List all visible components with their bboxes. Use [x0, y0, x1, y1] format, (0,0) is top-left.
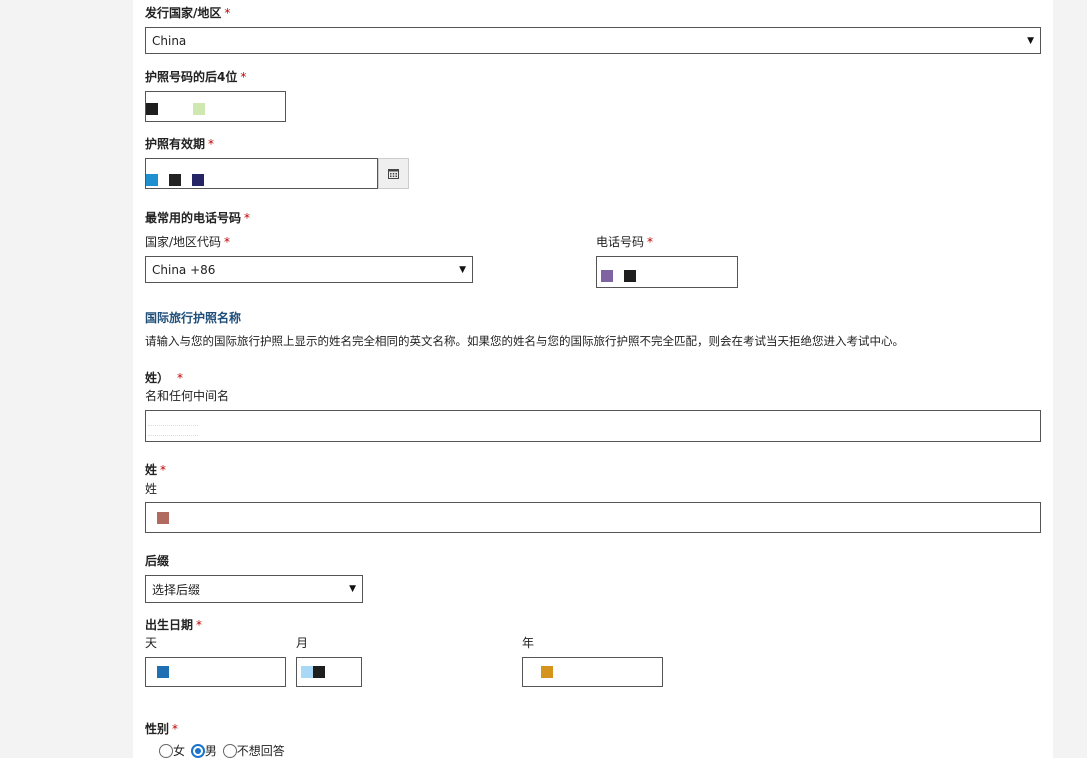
issuing-country-select[interactable]: China ▼ — [145, 27, 1041, 54]
chevron-down-icon: ▼ — [1027, 35, 1034, 46]
suffix-select[interactable]: 选择后缀 ▼ — [145, 575, 363, 603]
gender-unspecified-label: 不想回答 — [236, 744, 285, 758]
country-code-value: China +86 — [152, 262, 216, 277]
redacted-mark — [541, 666, 553, 678]
passport-expiry-label: 护照有效期 * — [145, 137, 215, 151]
birth-day-label: 天 — [145, 636, 158, 650]
gender-male-label: 男 — [204, 744, 217, 758]
redacted-mark — [157, 512, 169, 524]
calendar-icon — [388, 169, 399, 179]
country-code-label: 国家/地区代码 * — [145, 235, 231, 249]
gender-radio-group: 女 男 不想回答 — [159, 742, 285, 758]
redacted-mark — [193, 103, 205, 115]
redacted-mark — [601, 270, 613, 282]
passport-last4-label: 护照号码的后4位 * — [145, 70, 247, 84]
birth-month-label: 月 — [296, 636, 309, 650]
gender-female-label: 女 — [173, 744, 186, 758]
surname-label: 姓 * — [145, 463, 167, 477]
gender-female-radio[interactable] — [159, 743, 173, 758]
chevron-down-icon: ▼ — [349, 584, 356, 594]
birth-year-input[interactable] — [522, 657, 663, 687]
redacted-mark — [157, 666, 169, 678]
birth-date-label: 出生日期 * — [145, 618, 203, 632]
given-name-sublabel: 名和任何中间名 — [145, 389, 230, 403]
suffix-label: 后缀 — [145, 554, 170, 568]
redacted-mark — [624, 270, 636, 282]
birth-day-input[interactable] — [145, 657, 286, 687]
issuing-country-label: 发行国家/地区 * — [145, 6, 231, 20]
surname-input[interactable] — [145, 502, 1041, 533]
passport-expiry-input[interactable] — [145, 158, 378, 189]
given-name-label: 姓） * — [145, 371, 184, 385]
name-instruction: 请输入与您的国际旅行护照上显示的姓名完全相同的英文名称。如果您的姓名与您的国际旅… — [145, 334, 904, 348]
country-code-select[interactable]: China +86 ▼ — [145, 256, 473, 283]
chevron-down-icon: ▼ — [459, 264, 466, 275]
given-name-input[interactable] — [145, 410, 1041, 442]
gender-male-radio[interactable] — [190, 743, 205, 758]
surname-sublabel: 姓 — [145, 482, 158, 496]
birth-year-label: 年 — [522, 636, 535, 650]
redacted-mark — [313, 666, 325, 678]
phone-number-label: 电话号码 * — [596, 235, 654, 249]
calendar-button[interactable] — [378, 158, 409, 189]
gender-label: 性别 * — [145, 722, 179, 736]
redacted-mark — [146, 174, 158, 186]
redacted-mark — [301, 666, 313, 678]
birth-month-input[interactable] — [296, 657, 362, 687]
gender-unspecified-radio[interactable] — [222, 743, 237, 758]
issuing-country-value: China — [152, 33, 187, 48]
suffix-value: 选择后缀 — [152, 582, 201, 597]
form-panel: 发行国家/地区 * China ▼ 护照号码的后4位 * 护照有效期 * 最常用的电话… — [133, 0, 1053, 758]
passport-last4-input[interactable] — [145, 91, 286, 122]
phone-number-input[interactable] — [596, 256, 738, 288]
redacted-mark — [146, 103, 158, 115]
redacted-mark — [169, 174, 181, 186]
redacted-mark — [192, 174, 204, 186]
section-title: 国际旅行护照名称 — [145, 311, 242, 325]
phone-label: 最常用的电话号码 * — [145, 211, 251, 225]
